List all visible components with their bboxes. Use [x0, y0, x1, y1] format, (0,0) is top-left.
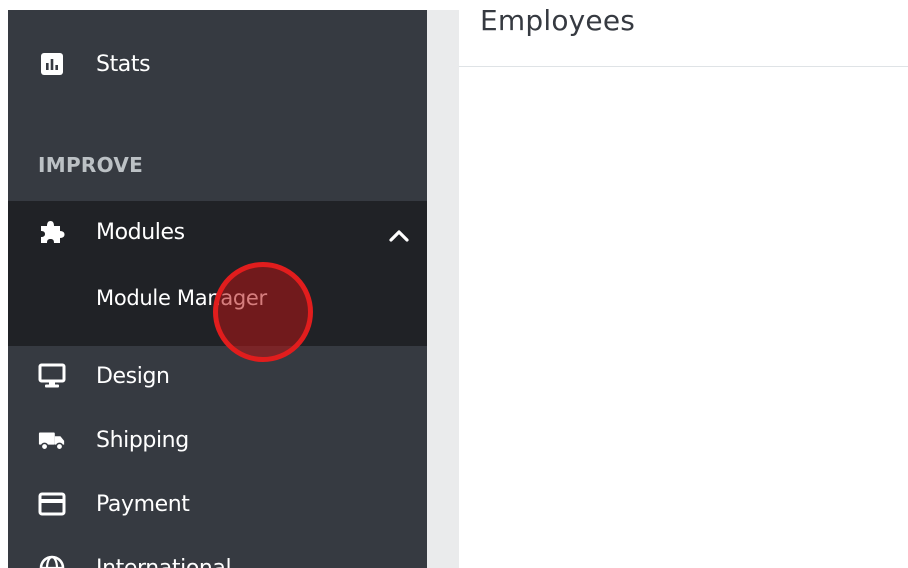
- sidebar-section-title: IMPROVE: [38, 153, 144, 177]
- sidebar-item-label: Payment: [96, 491, 190, 517]
- sidebar-item-label: Stats: [96, 51, 151, 77]
- partial-item-icon: [38, 10, 58, 16]
- sidebar-item-international[interactable]: International: [8, 546, 427, 568]
- sidebar-item-label: Design: [96, 363, 170, 389]
- monitor-icon: [38, 362, 66, 390]
- page-header: Employees: [459, 4, 908, 67]
- puzzle-icon: [38, 218, 66, 246]
- chevron-up-icon[interactable]: [386, 223, 412, 249]
- sidebar: Stats IMPROVE Modules Module Manager Des…: [8, 10, 427, 568]
- sidebar-item-label: International: [96, 555, 232, 568]
- sidebar-item-label: Modules: [96, 219, 185, 245]
- sidebar-item-stats[interactable]: Stats: [8, 42, 427, 86]
- sidebar-item-design[interactable]: Design: [8, 354, 427, 398]
- sidebar-item-shipping[interactable]: Shipping: [8, 418, 427, 462]
- sidebar-item-label: Shipping: [96, 427, 189, 453]
- click-indicator: [213, 262, 313, 362]
- truck-icon: [38, 426, 66, 454]
- globe-icon: [38, 554, 66, 568]
- stats-icon: [38, 50, 66, 78]
- main-content: Employees: [459, 4, 908, 568]
- page-title: Employees: [480, 4, 636, 37]
- credit-card-icon: [38, 490, 66, 518]
- sidebar-item-modules[interactable]: Modules: [8, 210, 427, 254]
- sidebar-item-payment[interactable]: Payment: [8, 482, 427, 526]
- content-gutter: [427, 10, 459, 568]
